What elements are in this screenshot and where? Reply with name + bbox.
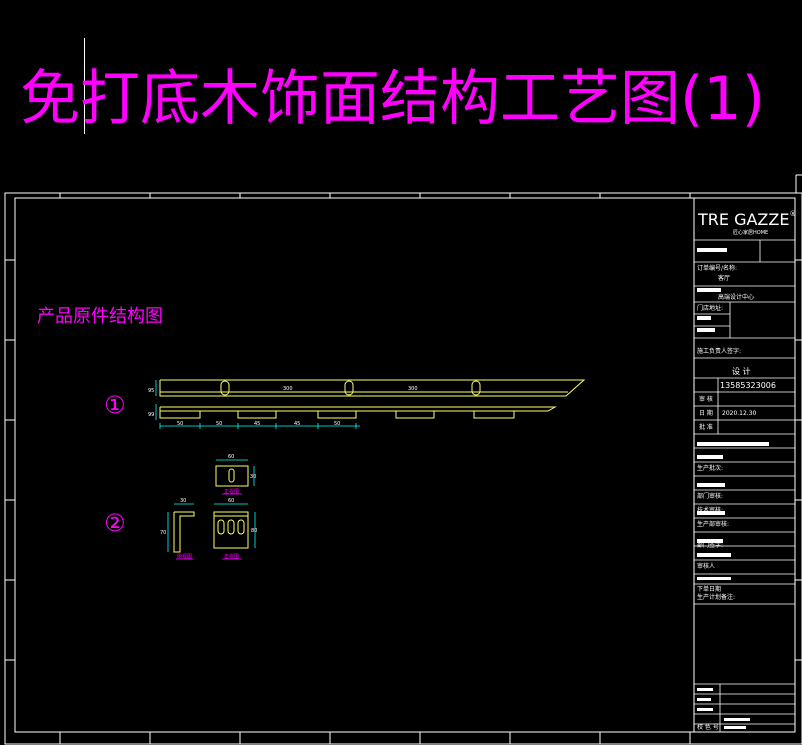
part-b-dims (167, 503, 194, 552)
section-subtitle: 产品原件结构图 (37, 306, 163, 327)
svg-text:60: 60 (228, 498, 234, 504)
part-b (173, 511, 195, 553)
tb-order-label: 订单编号/名称: (697, 265, 738, 272)
dim-label: 50 (216, 421, 222, 427)
tb-store-address: 门店地址: (697, 305, 724, 312)
tb-dept-review: 部门审核: (697, 493, 724, 500)
tb-plan-note: 生产计划备注: (697, 594, 736, 601)
tb-date-label: 日 期 (699, 410, 713, 417)
tb-construction-sign: 施工负责人签字: (697, 348, 742, 355)
brand-logo: TRE GAZZE® (698, 210, 797, 229)
tb-reviewer: 审核人 (697, 563, 716, 570)
svg-text:60: 60 (228, 454, 234, 460)
svg-text:30: 30 (180, 498, 186, 504)
part-a (215, 465, 249, 487)
tb-room: 客厅 (718, 275, 731, 282)
dim-label: 300 (283, 386, 293, 392)
dim-label: 50 (334, 421, 340, 427)
tb-review: 审 核 (699, 396, 713, 403)
marker-2: ② (104, 509, 126, 537)
tb-color-no: 校 色 号 (697, 724, 719, 731)
svg-text:30: 30 (250, 474, 256, 480)
tb-batch: 生产批次: (697, 465, 724, 472)
tb-dept-sign: 部门签字: (697, 542, 724, 549)
tb-phone: 13585323006 (720, 381, 776, 390)
part-c (213, 511, 249, 549)
marker-1: ① (104, 391, 126, 419)
tb-design: 设 计 (732, 367, 751, 376)
tb-approve: 批 准 (699, 424, 713, 431)
profile-1 (159, 379, 586, 397)
tb-prod-review: 生产部审核: (697, 521, 730, 528)
brand-logo-sub: 匠心家居HOME (733, 230, 769, 236)
inner-frame (14, 197, 796, 733)
dim-label: 50 (177, 421, 183, 427)
svg-text:80: 80 (251, 528, 257, 534)
zone-ticks (5, 193, 802, 744)
redacted-fields (697, 248, 769, 729)
dim-label: 99 (148, 412, 154, 418)
tb-date: 2020.12.30 (722, 410, 757, 417)
svg-text:70: 70 (160, 530, 166, 536)
tb-center: 高端设计中心 (718, 294, 755, 301)
dim-label: 300 (408, 386, 418, 392)
tb-order-date: 下单日期 (697, 586, 722, 593)
dim-label: 45 (254, 421, 260, 427)
dim-label: 95 (148, 388, 154, 394)
dim-label: 45 (294, 421, 300, 427)
cad-drawing-sheet: 300 300 95 99 50 50 45 45 50 60 30 30 70… (4, 174, 802, 745)
profile-2 (159, 406, 557, 419)
outer-frame (4, 192, 802, 745)
tb-tech-review: 技术审核: (697, 507, 724, 514)
